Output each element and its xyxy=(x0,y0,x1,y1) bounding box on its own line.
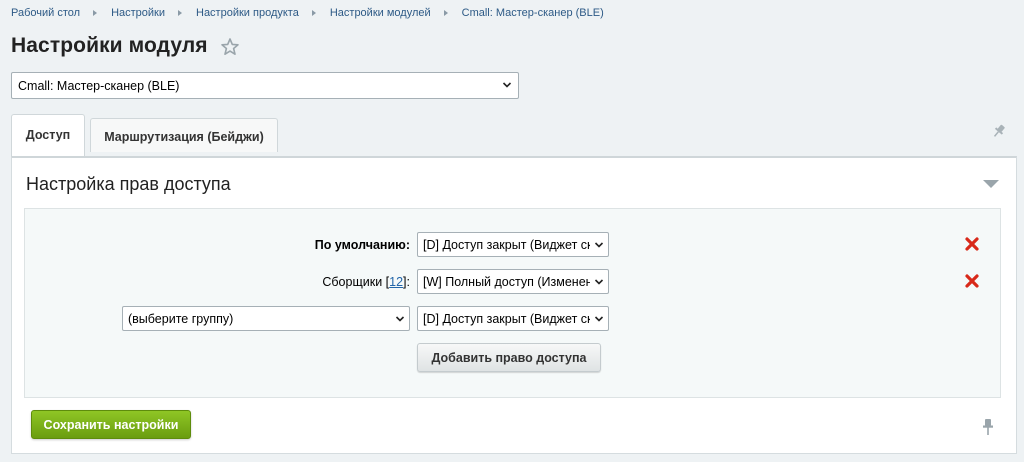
breadcrumb: Рабочий стол Настройки Настройки продукт… xyxy=(11,7,604,19)
collectors-label-suffix: ]: xyxy=(403,275,410,289)
chevron-down-icon xyxy=(594,316,604,322)
chevron-down-icon xyxy=(502,82,512,88)
group-select[interactable]: (выберите группу) xyxy=(122,306,410,331)
tab-routing-badges[interactable]: Маршрутизация (Бейджи) xyxy=(90,118,278,152)
chevron-down-icon xyxy=(395,316,405,322)
breadcrumb-separator-icon xyxy=(178,10,182,16)
pin-icon[interactable] xyxy=(981,418,995,436)
module-select-value: Cmall: Мастер-сканер (BLE) xyxy=(18,78,180,93)
collectors-count-link[interactable]: 12 xyxy=(389,275,403,289)
breadcrumb-separator-icon xyxy=(93,10,98,16)
add-access-right-button[interactable]: Добавить право доступа xyxy=(417,343,601,372)
tab-access[interactable]: Доступ xyxy=(11,114,85,157)
star-icon[interactable] xyxy=(220,37,240,57)
default-access-select-value: [D] Доступ закрыт (Виджет ск xyxy=(423,237,590,252)
collectors-label-prefix: Сборщики [ xyxy=(322,275,390,289)
module-select[interactable]: Cmall: Мастер-сканер (BLE) xyxy=(11,72,519,99)
settings-panel: Настройка прав доступа По умолчанию: [D]… xyxy=(11,156,1017,454)
collectors-access-label: Сборщики [12]: xyxy=(145,275,410,289)
page-title: Настройки модуля xyxy=(11,34,208,57)
delete-icon[interactable] xyxy=(965,237,979,251)
tab-routing-badges-label: Маршрутизация (Бейджи) xyxy=(104,129,264,144)
chevron-down-icon xyxy=(594,279,604,285)
new-group-access-select-value: [D] Доступ закрыт (Виджет ск xyxy=(423,311,590,326)
section-title: Настройка прав доступа xyxy=(26,174,231,194)
breadcrumb-module-settings[interactable]: Настройки модулей xyxy=(330,7,431,19)
breadcrumb-separator-icon xyxy=(311,10,316,16)
collapse-arrow-icon[interactable] xyxy=(982,178,1000,190)
default-access-label: По умолчанию: xyxy=(314,238,410,252)
pin-icon[interactable] xyxy=(991,123,1007,139)
breadcrumb-separator-icon xyxy=(443,10,448,16)
access-rights-table: По умолчанию: [D] Доступ закрыт (Виджет … xyxy=(24,208,1001,398)
save-settings-button[interactable]: Сохранить настройки xyxy=(31,410,191,439)
group-select-value: (выберите группу) xyxy=(128,311,234,326)
collectors-access-select-value: [W] Полный доступ (Изменен xyxy=(423,274,590,289)
breadcrumb-current-module[interactable]: Cmall: Мастер-сканер (BLE) xyxy=(462,7,604,19)
tab-access-label: Доступ xyxy=(25,127,71,142)
new-group-access-select[interactable]: [D] Доступ закрыт (Виджет ск xyxy=(417,306,609,331)
breadcrumb-product-settings[interactable]: Настройки продукта xyxy=(196,7,299,19)
collectors-access-select[interactable]: [W] Полный доступ (Изменен xyxy=(417,269,609,294)
delete-icon[interactable] xyxy=(965,274,979,288)
breadcrumb-desktop[interactable]: Рабочий стол xyxy=(11,7,80,19)
chevron-down-icon xyxy=(594,242,604,248)
breadcrumb-settings[interactable]: Настройки xyxy=(111,7,165,19)
default-access-select[interactable]: [D] Доступ закрыт (Виджет ск xyxy=(417,232,609,257)
